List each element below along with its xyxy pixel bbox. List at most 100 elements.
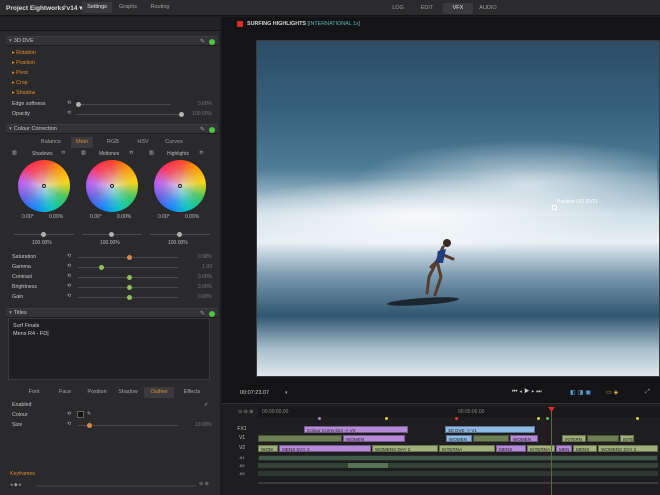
keyframe-icon[interactable]: ⟲ <box>67 100 71 106</box>
midtones-wheel-handle[interactable] <box>110 184 114 188</box>
shadows-level-knob[interactable] <box>41 232 46 237</box>
dve-crop[interactable]: ▸ Crop <box>12 80 28 86</box>
timeline-clip[interactable]: MEN <box>556 445 572 452</box>
timeline-clip[interactable]: MENS DAY 3 <box>279 445 371 452</box>
track-label-v2[interactable]: V2 <box>236 445 248 451</box>
timeline-clip[interactable]: INTERNA <box>439 445 495 452</box>
shadows-wheel-handle[interactable] <box>42 184 46 188</box>
section-3d-dve[interactable]: ▾ 3D DVE ✎ <box>6 36 218 46</box>
mode-vfx[interactable]: VFX <box>443 3 473 14</box>
video-frame[interactable]: Position (3D DVE) <box>256 40 660 377</box>
fullscreen-icon[interactable]: ⤢ <box>645 389 650 396</box>
timeline-clip[interactable]: MENS <box>573 445 597 452</box>
enabled-checkbox[interactable]: ✓ <box>204 402 208 408</box>
keyframe-icon[interactable]: ⟲ <box>67 263 71 269</box>
keyframe-track[interactable] <box>36 485 196 487</box>
dve-position[interactable]: ▸ Position <box>12 60 35 66</box>
mode-log[interactable]: LOG <box>385 3 411 14</box>
keyframes-label[interactable]: Keyframes <box>10 471 35 477</box>
size-knob[interactable] <box>87 423 92 428</box>
eyedropper-icon[interactable]: ✎ <box>87 411 91 417</box>
timeline-clip[interactable]: INTE <box>620 435 634 442</box>
highlights-level-knob[interactable] <box>177 232 182 237</box>
tab-graphs[interactable]: Graphs <box>114 2 142 13</box>
timeline-clip[interactable]: WOMENS DAY 2 <box>372 445 438 452</box>
timeline-tools-icons[interactable]: ⊙ ⊖ ⊕ <box>238 409 253 415</box>
timeline-clip[interactable]: WOM <box>258 445 278 452</box>
brightness-knob[interactable] <box>127 285 132 290</box>
title-tab-face[interactable]: Face <box>54 387 76 398</box>
title-tab-position[interactable]: Position <box>82 387 112 398</box>
enabled-indicator[interactable] <box>209 39 215 45</box>
transport-controls[interactable]: ⏮◂▶▸⏭ <box>512 389 544 396</box>
title-tab-font[interactable]: Font <box>22 387 46 398</box>
timeline-clip[interactable]: WOMEN <box>510 435 538 442</box>
keyframe-icon[interactable]: ⟲ <box>67 253 71 259</box>
marker[interactable] <box>385 417 388 420</box>
track-label-fx1[interactable]: FX1 <box>236 426 248 432</box>
fx-clip-colour-correction[interactable]: Colour Correction -> V2 <box>304 426 408 433</box>
wrench-icon[interactable]: ✎ <box>200 38 205 47</box>
mark-icons[interactable]: ▭◈ <box>606 389 620 396</box>
section-colour-correction[interactable]: ▾ Colour Correction ✎ <box>6 124 218 134</box>
audio-track-a3[interactable] <box>258 471 658 476</box>
gamma-knob[interactable] <box>99 265 104 270</box>
title-tab-effects[interactable]: Effects <box>178 387 206 398</box>
marker[interactable] <box>537 417 540 420</box>
timeline-clip[interactable]: WOMENS DAY 2 <box>598 445 658 452</box>
midtones-level-knob[interactable] <box>109 232 114 237</box>
timeline-scrollbar[interactable] <box>258 482 658 484</box>
opacity-track[interactable] <box>76 114 181 115</box>
fx-clip-3d-dve[interactable]: 3D DVE -> V1 <box>445 426 535 433</box>
keyframe-icon[interactable]: ⟲ <box>129 150 133 156</box>
keyframe-icon[interactable]: ⟲ <box>67 273 71 279</box>
cc-tab-main[interactable]: Main <box>71 137 93 148</box>
section-titles[interactable]: ▾ Titles ✎ <box>6 308 218 318</box>
colour-swatch[interactable] <box>77 411 84 418</box>
add-plus-icon[interactable]: + <box>58 2 72 13</box>
timeline-clip[interactable] <box>258 435 342 442</box>
audio-track-a1[interactable] <box>258 455 658 461</box>
marker[interactable] <box>546 417 549 420</box>
edge-softness-knob[interactable] <box>76 102 81 107</box>
gain-knob[interactable] <box>127 295 132 300</box>
keyframe-icon[interactable]: ⟲ <box>67 411 71 417</box>
viewer-timecode[interactable]: 00:07:23.07 <box>240 390 269 396</box>
size-track[interactable] <box>78 425 178 426</box>
viewer-tools-icons[interactable]: ◧◨▣ <box>570 389 593 396</box>
highlights-wheel-handle[interactable] <box>178 184 182 188</box>
dve-pivot[interactable]: ▸ Pivot <box>12 70 28 76</box>
zoom-icons[interactable]: ⊖ ⊕ <box>199 481 209 487</box>
keyframe-icon[interactable]: ⟲ <box>199 150 203 156</box>
tab-settings[interactable]: Settings <box>82 2 112 13</box>
title-tab-outline[interactable]: Outline <box>144 387 174 398</box>
wrench-icon[interactable]: ✎ <box>200 126 205 135</box>
track-label-a3[interactable]: A3 <box>236 471 248 476</box>
timecode-dropdown-icon[interactable]: ▾ <box>285 390 288 396</box>
playhead[interactable] <box>551 407 552 495</box>
title-text-editor[interactable]: Surf Finals Mens R4 - FD| <box>8 318 210 380</box>
timeline-clip[interactable]: WOMEN <box>446 435 472 442</box>
track-label-a1[interactable]: A1 <box>236 455 248 460</box>
timeline-clip[interactable] <box>587 435 619 442</box>
title-tab-shadow[interactable]: Shadow <box>114 387 142 398</box>
tab-routing[interactable]: Routing <box>145 2 175 13</box>
track-label-a2[interactable]: A2 <box>236 463 248 468</box>
keyframe-icon[interactable]: ⟲ <box>61 150 65 156</box>
gamma-track[interactable] <box>78 267 178 268</box>
keyframe-nav-icons[interactable]: ◂ ◆ ▸ <box>10 482 22 488</box>
marker[interactable] <box>318 417 321 420</box>
mode-audio[interactable]: AUDIO <box>475 3 501 14</box>
cc-tab-rgb[interactable]: RGB <box>103 137 123 148</box>
enabled-indicator[interactable] <box>209 127 215 133</box>
dve-rotation[interactable]: ▸ Rotation <box>12 50 36 56</box>
dve-shadow[interactable]: ▸ Shadow <box>12 90 35 96</box>
keyframe-icon[interactable]: ⟲ <box>67 293 71 299</box>
timeline-clip[interactable] <box>473 435 509 442</box>
keyframe-icon[interactable]: ⟲ <box>67 110 71 116</box>
timeline-clip[interactable]: WOMEN <box>343 435 405 442</box>
saturation-knob[interactable] <box>127 255 132 260</box>
position-handle-icon[interactable] <box>552 205 557 210</box>
contrast-knob[interactable] <box>127 275 132 280</box>
timeline-clip[interactable]: MENS <box>496 445 526 452</box>
